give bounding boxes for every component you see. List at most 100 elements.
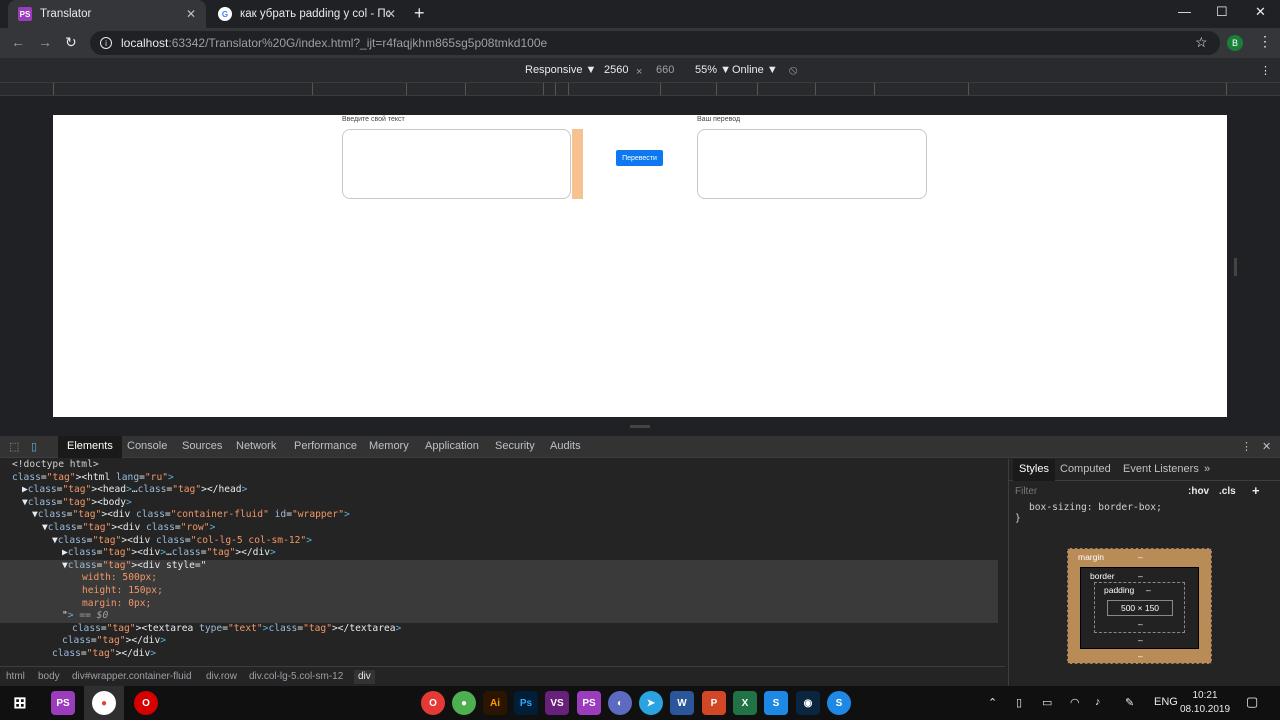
dom-node-line[interactable]: ▼class="tag"><div style=" xyxy=(0,559,998,573)
dom-node-line[interactable]: ▶class="tag"><head>…class="tag"></head> xyxy=(0,484,998,497)
dom-node-line[interactable]: ▶class="tag"><div>…class="tag"></div> xyxy=(0,547,998,560)
opera-icon[interactable]: O xyxy=(421,691,445,715)
box-model-content[interactable]: 500 × 150 xyxy=(1107,600,1173,616)
padding-bottom-value[interactable]: – xyxy=(1138,619,1143,629)
tab-google-search[interactable]: G как убрать padding у col - Поис ✕ xyxy=(208,0,406,28)
chrome-icon[interactable]: ● xyxy=(452,691,476,715)
photoshop-icon[interactable]: Ps xyxy=(514,691,538,715)
visual-studio-icon[interactable]: VS xyxy=(545,691,569,715)
powerpoint-icon[interactable]: P xyxy=(702,691,726,715)
source-text-area[interactable] xyxy=(342,129,571,199)
tab-memory[interactable]: Memory xyxy=(369,440,409,452)
address-bar[interactable]: i localhost :63342/Translator%20G/index.… xyxy=(90,31,1220,55)
windows-start-icon[interactable]: ⊞ xyxy=(8,691,32,715)
viewport-width-input[interactable]: 2560 xyxy=(604,64,628,76)
dom-tree[interactable]: <!doctype html> class="tag"><html lang="r… xyxy=(0,459,998,663)
phpstorm-icon[interactable]: PS xyxy=(577,691,601,715)
margin-top-value[interactable]: – xyxy=(1138,552,1143,562)
tab-translator[interactable]: PS Translator ✕ xyxy=(8,0,206,28)
browser-menu-icon[interactable]: ⋮ xyxy=(1258,33,1272,50)
excel-icon[interactable]: X xyxy=(733,691,757,715)
right-resize-handle[interactable] xyxy=(1234,258,1237,276)
close-tab-icon[interactable]: ✕ xyxy=(186,7,196,21)
close-window-button[interactable]: ✕ xyxy=(1255,4,1266,20)
dom-node-line[interactable]: class="tag"><textarea type="text">class=… xyxy=(0,623,998,636)
breadcrumb-item[interactable]: html xyxy=(6,671,25,682)
border-bottom-value[interactable]: – xyxy=(1138,635,1143,645)
rotate-icon[interactable]: ⦸ xyxy=(789,62,797,78)
dom-node-line[interactable]: ▼class="tag"><div class="container-fluid… xyxy=(0,509,998,522)
illustrator-icon[interactable]: Ai xyxy=(483,691,507,715)
hov-toggle[interactable]: :hov xyxy=(1188,486,1209,497)
dom-node-line[interactable]: ▼class="tag"><div class="col-lg-5 col-sm… xyxy=(0,535,998,548)
profile-avatar[interactable]: B xyxy=(1227,35,1243,51)
cls-toggle[interactable]: .cls xyxy=(1219,486,1236,497)
back-button[interactable]: ← xyxy=(11,34,25,50)
dom-node-line[interactable]: class="tag"></div> xyxy=(0,635,998,648)
battery-icon[interactable]: ▭ xyxy=(1042,696,1052,709)
notifications-icon[interactable]: ▢ xyxy=(1246,694,1258,710)
skype-icon[interactable]: S xyxy=(827,691,851,715)
breadcrumb-item[interactable]: body xyxy=(38,671,60,682)
dom-node-line[interactable]: "> == $0 xyxy=(0,610,998,623)
add-rule-button[interactable]: + xyxy=(1252,483,1260,498)
viewport-height-input[interactable]: 660 xyxy=(656,64,674,76)
app-icon[interactable]: ◐ xyxy=(608,691,632,715)
device-menu-icon[interactable]: ⋮ xyxy=(1260,64,1271,77)
breadcrumb-item[interactable]: div#wrapper.container-fluid xyxy=(72,671,192,682)
bottom-resize-handle[interactable] xyxy=(630,425,650,428)
inspect-element-icon[interactable]: ⬚ xyxy=(9,440,19,453)
language-indicator[interactable]: ENG xyxy=(1154,696,1178,708)
more-tabs-icon[interactable]: » xyxy=(1204,463,1210,475)
bookmark-star-icon[interactable]: ☆ xyxy=(1195,34,1208,51)
sway-icon[interactable]: S xyxy=(764,691,788,715)
discord-icon[interactable]: ◉ xyxy=(796,691,820,715)
translate-button[interactable]: Перевести xyxy=(616,150,663,166)
breadcrumb-item-current[interactable]: div xyxy=(354,670,375,684)
tab-application[interactable]: Application xyxy=(425,440,479,452)
site-info-icon[interactable]: i xyxy=(100,37,112,49)
tab-styles[interactable]: Styles xyxy=(1013,459,1055,481)
device-toggle-icon[interactable]: ▯ xyxy=(31,440,37,453)
phpstorm-taskbar-icon[interactable]: PS xyxy=(51,691,75,715)
css-declaration[interactable]: box-sizing: border-box; xyxy=(1015,502,1162,513)
padding-top-value[interactable]: – xyxy=(1146,585,1151,595)
tab-elements[interactable]: Elements xyxy=(58,436,122,458)
pen-icon[interactable]: ✎ xyxy=(1125,696,1134,709)
forward-button[interactable]: → xyxy=(38,34,52,50)
dom-node-line[interactable]: ▼class="tag"><div class="row"> xyxy=(0,522,998,535)
tab-computed[interactable]: Computed xyxy=(1060,463,1111,475)
devtools-close-icon[interactable]: ✕ xyxy=(1262,440,1271,453)
tab-sources[interactable]: Sources xyxy=(182,440,222,452)
telegram-icon[interactable]: ➤ xyxy=(639,691,663,715)
margin-bottom-value[interactable]: – xyxy=(1138,651,1143,661)
tab-security[interactable]: Security xyxy=(495,440,535,452)
dom-node-line[interactable]: ▼class="tag"><body> xyxy=(0,497,998,510)
translation-text-area[interactable] xyxy=(697,129,927,199)
tab-performance[interactable]: Performance xyxy=(294,440,357,452)
breadcrumb-item[interactable]: div.row xyxy=(206,671,237,682)
tablet-icon[interactable]: ▯ xyxy=(1016,696,1022,709)
dom-node-line[interactable]: width: 500px; xyxy=(0,572,998,585)
tab-network[interactable]: Network xyxy=(236,440,276,452)
dom-node-line[interactable]: height: 150px; xyxy=(0,585,998,598)
minimize-button[interactable]: — xyxy=(1178,4,1191,19)
opera-taskbar-icon[interactable]: O xyxy=(134,691,158,715)
devtools-menu-icon[interactable]: ⋮ xyxy=(1241,440,1252,453)
breadcrumb-item[interactable]: div.col-lg-5.col-sm-12 xyxy=(249,671,343,682)
dom-node-line[interactable]: class="tag"></div> xyxy=(0,648,998,661)
close-tab-icon[interactable]: ✕ xyxy=(386,7,396,21)
wifi-icon[interactable]: ◠ xyxy=(1070,696,1080,709)
maximize-button[interactable]: ☐ xyxy=(1216,4,1228,20)
dom-node-line[interactable]: margin: 0px; xyxy=(0,597,998,611)
network-throttle-select[interactable]: Online ▼ xyxy=(732,64,778,76)
volume-icon[interactable]: ♪ xyxy=(1095,696,1101,708)
tab-console[interactable]: Console xyxy=(127,440,167,452)
word-icon[interactable]: W xyxy=(670,691,694,715)
zoom-select[interactable]: 55% ▼ xyxy=(695,64,731,76)
clock[interactable]: 10:21 08.10.2019 xyxy=(1180,689,1230,717)
device-mode-select[interactable]: Responsive ▼ xyxy=(525,64,596,76)
new-tab-button[interactable]: + xyxy=(414,3,425,24)
reload-button[interactable]: ↻ xyxy=(65,34,77,51)
dom-node-line[interactable]: class="tag"><html lang="ru"> xyxy=(0,472,998,485)
